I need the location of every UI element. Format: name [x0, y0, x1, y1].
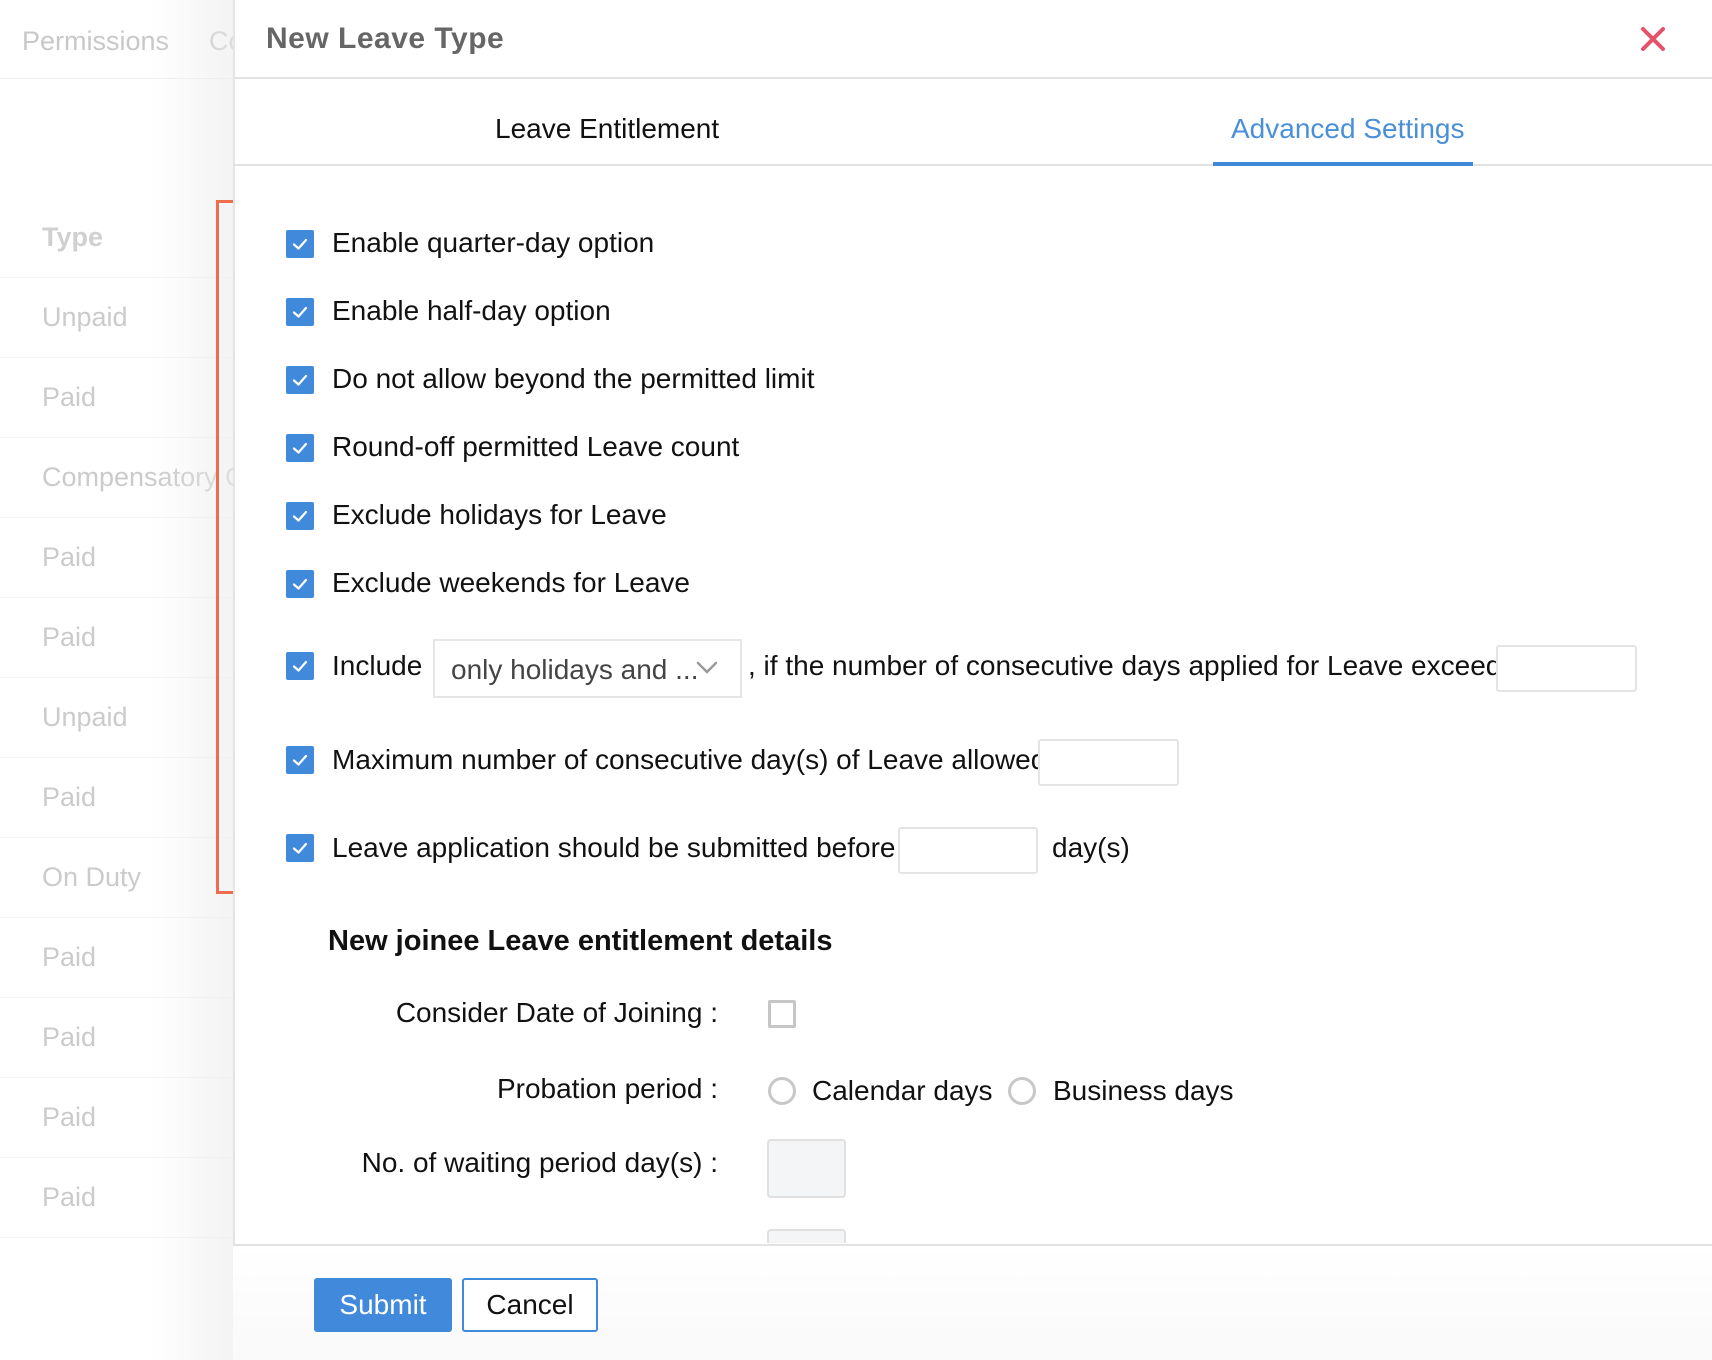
- modal-title: New Leave Type: [266, 22, 505, 55]
- table-row: Unpaid: [0, 278, 233, 358]
- checkbox-exclude-holidays[interactable]: [286, 502, 314, 530]
- table-header-type: Type: [0, 198, 233, 278]
- label-permitted-limit: Do not allow beyond the permitted limit: [332, 363, 815, 394]
- cancel-button[interactable]: Cancel: [462, 1278, 598, 1332]
- checkbox-round-off[interactable]: [286, 434, 314, 462]
- table-row: Paid: [0, 1158, 233, 1238]
- label-include-suffix: , if the number of consecutive days appl…: [748, 650, 1516, 681]
- background-tab-bar: Permissions Co: [0, 0, 244, 79]
- tab-advanced-settings[interactable]: Advanced Settings: [1231, 113, 1465, 145]
- include-type-value: only holidays and ...: [451, 654, 699, 685]
- modal-tabs: Leave Entitlement Advanced Settings: [235, 79, 1712, 166]
- table-row: Unpaid: [0, 678, 233, 758]
- label-include: Include: [332, 650, 423, 681]
- label-waiting-period: No. of waiting period day(s) :: [361, 1147, 718, 1178]
- label-max-consecutive: Maximum number of consecutive day(s) of …: [332, 744, 1047, 775]
- checkmark-icon: [292, 442, 308, 454]
- table-row: Paid: [0, 598, 233, 678]
- checkmark-icon: [292, 306, 308, 318]
- close-icon: [1641, 27, 1665, 51]
- tab-leave-entitlement[interactable]: Leave Entitlement: [495, 113, 719, 145]
- max-consecutive-input[interactable]: [1038, 739, 1179, 786]
- checkbox-include[interactable]: [286, 652, 314, 680]
- radio-calendar-days[interactable]: [768, 1077, 796, 1105]
- checkbox-permitted-limit[interactable]: [286, 366, 314, 394]
- table-row: Paid: [0, 518, 233, 598]
- consecutive-days-exceeds-input[interactable]: [1496, 645, 1637, 692]
- include-type-select[interactable]: only holidays and ...: [433, 639, 742, 698]
- checkbox-half-day[interactable]: [286, 298, 314, 326]
- table-row: On Duty: [0, 838, 233, 918]
- table-row: Paid: [0, 1078, 233, 1158]
- checkbox-max-consecutive[interactable]: [286, 746, 314, 774]
- checkmark-icon: [292, 510, 308, 522]
- label-exclude-holidays: Exclude holidays for Leave: [332, 499, 667, 530]
- checkbox-consider-doj[interactable]: [768, 1000, 796, 1028]
- active-tab-indicator: [1213, 162, 1473, 166]
- submit-before-days-input[interactable]: [898, 827, 1038, 874]
- label-days-suffix: day(s): [1052, 832, 1130, 863]
- table-row: Paid: [0, 918, 233, 998]
- submit-button[interactable]: Submit: [314, 1278, 452, 1332]
- checkbox-quarter-day[interactable]: [286, 230, 314, 258]
- checkbox-submit-before[interactable]: [286, 834, 314, 862]
- background-tab-permissions[interactable]: Permissions: [22, 26, 169, 57]
- checkmark-icon: [292, 578, 308, 590]
- label-exclude-weekends: Exclude weekends for Leave: [332, 567, 690, 598]
- checkmark-icon: [292, 374, 308, 386]
- label-quarter-day: Enable quarter-day option: [332, 227, 655, 258]
- waiting-period-input[interactable]: [767, 1139, 846, 1198]
- new-joinee-section-title: New joinee Leave entitlement details: [328, 925, 833, 957]
- modal-header: New Leave Type: [235, 0, 1712, 79]
- close-button[interactable]: [1636, 22, 1670, 56]
- chevron-down-icon: [696, 661, 718, 674]
- table-row: Paid: [0, 998, 233, 1078]
- label-submit-before: Leave application should be submitted be…: [332, 832, 896, 863]
- radio-business-days[interactable]: [1008, 1077, 1036, 1105]
- table-row: Compensatory O: [0, 438, 233, 518]
- label-half-day: Enable half-day option: [332, 295, 611, 326]
- label-consider-doj: Consider Date of Joining :: [395, 997, 718, 1028]
- checkmark-icon: [292, 660, 308, 672]
- label-round-off: Round-off permitted Leave count: [332, 431, 740, 462]
- checkmark-icon: [292, 238, 308, 250]
- table-row: Paid: [0, 758, 233, 838]
- checkbox-exclude-weekends[interactable]: [286, 570, 314, 598]
- background-leave-table: Type Unpaid Paid Compensatory O Paid Pai…: [0, 198, 233, 1238]
- label-business-days: Business days: [1053, 1075, 1234, 1106]
- table-row: Paid: [0, 358, 233, 438]
- label-calendar-days: Calendar days: [812, 1075, 993, 1106]
- checkmark-icon: [292, 842, 308, 854]
- checkmark-icon: [292, 754, 308, 766]
- next-field-input-partial[interactable]: [767, 1229, 846, 1243]
- modal-footer: Submit Cancel: [233, 1244, 1712, 1360]
- label-probation-period: Probation period :: [496, 1073, 718, 1104]
